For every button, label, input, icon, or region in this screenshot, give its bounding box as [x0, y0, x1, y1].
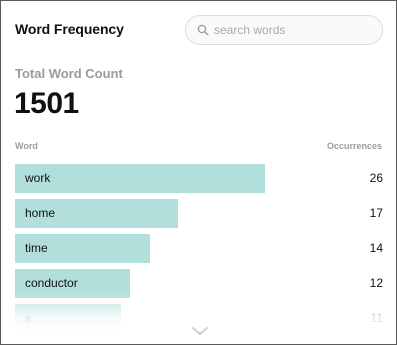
list-item: work 26 [15, 164, 383, 193]
list-item: home 17 [15, 199, 383, 228]
search-input[interactable] [214, 23, 374, 37]
total-word-count-value: 1501 [14, 87, 79, 120]
frequency-bar [15, 164, 265, 193]
search-box[interactable] [185, 15, 383, 45]
occurrence-count: 26 [369, 171, 383, 185]
chevron-down-icon[interactable] [191, 324, 209, 336]
word-label: conductor [25, 276, 78, 290]
occurrence-count: 14 [369, 241, 383, 255]
word-label: home [25, 206, 56, 220]
occurrence-count: 11 [370, 311, 383, 325]
total-word-count-label: Total Word Count [15, 66, 123, 81]
list-item: time 14 [15, 234, 383, 263]
word-frequency-panel: Word Frequency Total Word Count 1501 Wor… [0, 0, 397, 345]
column-header-occurrences: Occurrences [326, 141, 382, 151]
occurrence-count: 17 [369, 206, 383, 220]
word-label: time [25, 241, 48, 255]
word-label: work [25, 171, 51, 185]
search-icon [196, 23, 210, 37]
column-header-word: Word [15, 141, 38, 151]
word-frequency-list: work 26 home 17 time 14 conductor 12 s 1… [15, 164, 383, 339]
page-title: Word Frequency [15, 21, 124, 37]
list-item: conductor 12 [15, 269, 383, 298]
occurrence-count: 12 [369, 276, 383, 290]
word-label: s [25, 311, 31, 325]
